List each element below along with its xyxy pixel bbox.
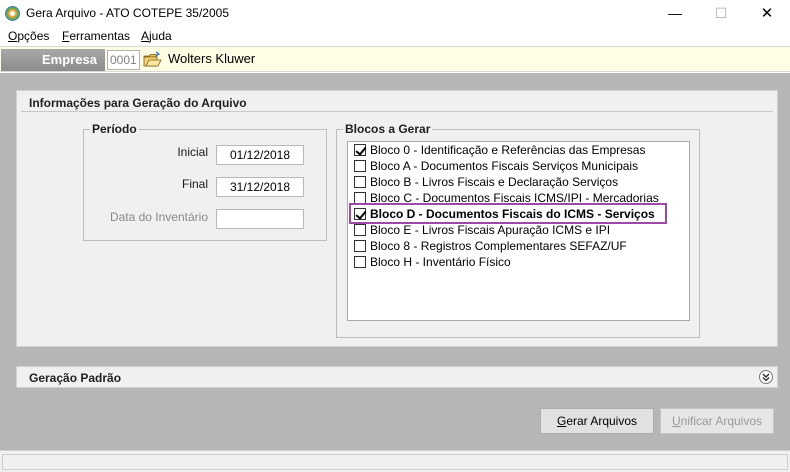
- status-bar: [0, 450, 790, 472]
- bloco-8-item[interactable]: Bloco 8 - Registros Complementares SEFAZ…: [354, 238, 684, 254]
- checkbox[interactable]: [354, 256, 366, 268]
- unificar-arquivos-button[interactable]: Unificar Arquivos: [660, 408, 774, 434]
- bloco-b-item[interactable]: Bloco B - Livros Fiscais e Declaração Se…: [354, 174, 684, 190]
- periodo-group: Período Inicial 01/12/2018 Final 31/12/2…: [83, 122, 327, 241]
- menu-ajuda[interactable]: Ajuda: [141, 29, 172, 43]
- status-bar-panel: [2, 454, 788, 470]
- bloco-e-item[interactable]: Bloco E - Livros Fiscais Apuração ICMS e…: [354, 222, 684, 238]
- checkbox[interactable]: [354, 176, 366, 188]
- inicial-date-field[interactable]: 01/12/2018: [216, 145, 304, 165]
- title-bar: Gera Arquivo - ATO COTEPE 35/2005 — ☐ ✕: [0, 0, 790, 27]
- checkbox[interactable]: [354, 224, 366, 236]
- bloco-a-item[interactable]: Bloco A - Documentos Fiscais Serviços Mu…: [354, 158, 684, 174]
- menu-opcoes[interactable]: Opções: [8, 29, 49, 43]
- blocos-group-title: Blocos a Gerar: [343, 122, 433, 136]
- minimize-button[interactable]: —: [652, 0, 698, 27]
- app-icon: [5, 6, 20, 21]
- empresa-label: Empresa: [42, 52, 97, 67]
- inicial-label: Inicial: [177, 145, 208, 159]
- expand-chevron-icon[interactable]: [759, 370, 773, 384]
- highlight-frame: [349, 203, 667, 224]
- inventario-label: Data do Inventário: [109, 210, 208, 224]
- bloco-label: Bloco 0 - Identificação e Referências da…: [370, 143, 646, 157]
- gerar-arquivos-button[interactable]: Gerar Arquivos: [540, 408, 654, 434]
- main-area: Informações para Geração do Arquivo Perí…: [0, 73, 790, 450]
- bloco-label: Bloco B - Livros Fiscais e Declaração Se…: [370, 175, 619, 189]
- maximize-button[interactable]: ☐: [698, 0, 744, 27]
- final-date-field[interactable]: 31/12/2018: [216, 177, 304, 197]
- bloco-h-item[interactable]: Bloco H - Inventário Físico: [354, 254, 684, 270]
- bloco-label: Bloco H - Inventário Físico: [370, 255, 511, 269]
- inventario-date-field[interactable]: [216, 209, 304, 229]
- window-title: Gera Arquivo - ATO COTEPE 35/2005: [26, 6, 229, 20]
- info-panel: Informações para Geração do Arquivo Perí…: [16, 90, 778, 347]
- bloco-label: Bloco E - Livros Fiscais Apuração ICMS e…: [370, 223, 611, 237]
- menu-bar: Opções Ferramentas Ajuda: [0, 27, 790, 45]
- info-panel-title: Informações para Geração do Arquivo: [29, 96, 247, 110]
- empresa-name: Wolters Kluwer: [168, 51, 256, 66]
- checkbox-checked[interactable]: [354, 144, 366, 156]
- empresa-code-field[interactable]: 0001: [107, 50, 140, 70]
- blocos-group: Blocos a Gerar Bloco 0 - Identificação e…: [336, 122, 700, 338]
- menu-ferramentas[interactable]: Ferramentas: [62, 29, 130, 43]
- checkbox[interactable]: [354, 160, 366, 172]
- geracao-panel[interactable]: Geração Padrão: [16, 366, 778, 388]
- divider: [21, 111, 773, 112]
- geracao-panel-title: Geração Padrão: [29, 371, 122, 385]
- periodo-group-title: Período: [90, 122, 139, 136]
- empresa-bar: Empresa 0001 Wolters Kluwer: [0, 46, 790, 72]
- checkbox[interactable]: [354, 240, 366, 252]
- final-label: Final: [181, 177, 208, 191]
- bloco-label: Bloco 8 - Registros Complementares SEFAZ…: [370, 239, 627, 253]
- bloco-label: Bloco A - Documentos Fiscais Serviços Mu…: [370, 159, 639, 173]
- bloco-0-item[interactable]: Bloco 0 - Identificação e Referências da…: [354, 142, 684, 158]
- blocos-list: Bloco 0 - Identificação e Referências da…: [347, 141, 690, 321]
- open-folder-icon[interactable]: [142, 50, 162, 70]
- close-button[interactable]: ✕: [744, 0, 790, 27]
